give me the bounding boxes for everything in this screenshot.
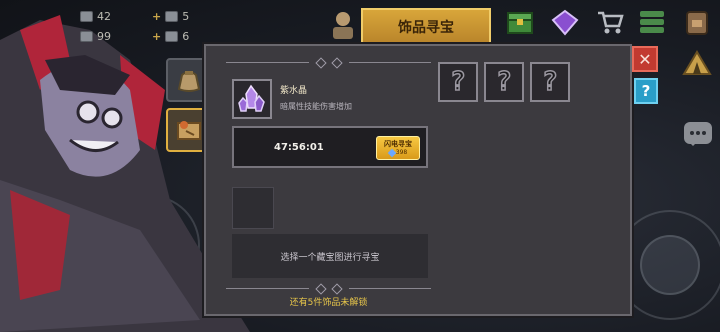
flash-hunt-cost: 398 xyxy=(387,148,407,157)
hunt-timer-bar: 47:56:01 闪电寻宝 398 xyxy=(232,126,428,168)
item-name: 紫水晶 xyxy=(280,86,308,96)
character-menu-icon[interactable] xyxy=(330,10,356,40)
locked-accessory-slot[interactable]: ? xyxy=(530,62,570,102)
locked-accessory-slot[interactable]: ? xyxy=(438,62,478,102)
backpack-icon[interactable] xyxy=(682,8,712,36)
unlock-message: 还有5件饰品未解锁 xyxy=(289,298,368,308)
close-button[interactable]: ✕ xyxy=(632,46,658,72)
flash-hunt-label: 闪电寻宝 xyxy=(384,139,412,148)
help-icon: ? xyxy=(641,82,651,100)
item-icon-slot[interactable] xyxy=(232,79,272,119)
potion-icon xyxy=(80,11,93,22)
question-mark-icon: ? xyxy=(495,66,512,98)
hud-bonus-a: + 5 xyxy=(152,10,190,23)
treasure-chest-icon[interactable] xyxy=(505,8,535,36)
hud-stat-b: 99 xyxy=(80,30,111,43)
hud-stat-a-value: 42 xyxy=(97,10,111,23)
pouch-icon xyxy=(165,11,179,22)
amethyst-icon xyxy=(238,84,265,112)
locked-accessory-slot[interactable]: ? xyxy=(484,62,524,102)
item-description: 暗属性技能伤害增加 xyxy=(280,102,352,111)
hud-bonus-b-value: 6 xyxy=(182,30,190,43)
attack-button[interactable] xyxy=(640,235,700,295)
tab-label: 饰品寻宝 xyxy=(398,20,454,36)
question-mark-icon: ? xyxy=(541,66,558,98)
shopping-cart-icon[interactable] xyxy=(595,8,625,36)
select-map-area[interactable]: 选择一个藏宝图进行寻宝 xyxy=(232,234,428,278)
treasure-map-icon xyxy=(177,121,201,140)
pouch-icon xyxy=(177,71,201,92)
hud-stat-b-value: 99 xyxy=(97,30,111,43)
gold-icon xyxy=(80,31,93,42)
tab-accessory-treasure-hunt[interactable]: 饰品寻宝 xyxy=(361,8,491,46)
top-divider xyxy=(226,56,431,68)
bottom-divider xyxy=(226,282,431,294)
hud-bonus-b: + 6 xyxy=(152,30,190,43)
gem-shop-icon[interactable] xyxy=(550,8,580,36)
hud-bonus-a-value: 5 xyxy=(182,10,190,23)
pouch-icon xyxy=(165,31,179,42)
question-mark-icon: ? xyxy=(449,66,466,98)
close-icon: ✕ xyxy=(638,49,652,69)
tent-icon[interactable] xyxy=(682,50,712,76)
map-slot[interactable] xyxy=(232,187,274,229)
treasure-hunt-dialog: 紫水晶 暗属性技能伤害增加 47:56:01 闪电寻宝 398 选择一个藏宝图进… xyxy=(204,44,632,316)
inventory-stack-icon[interactable] xyxy=(637,8,667,36)
gem-icon xyxy=(387,148,397,157)
help-button[interactable]: ? xyxy=(634,78,658,104)
flash-hunt-button[interactable]: 闪电寻宝 398 xyxy=(376,136,420,160)
chat-icon[interactable] xyxy=(684,122,712,146)
hud-stat-a: 42 xyxy=(80,10,111,23)
countdown-timer: 47:56:01 xyxy=(274,142,324,153)
select-map-prompt: 选择一个藏宝图进行寻宝 xyxy=(280,252,380,263)
